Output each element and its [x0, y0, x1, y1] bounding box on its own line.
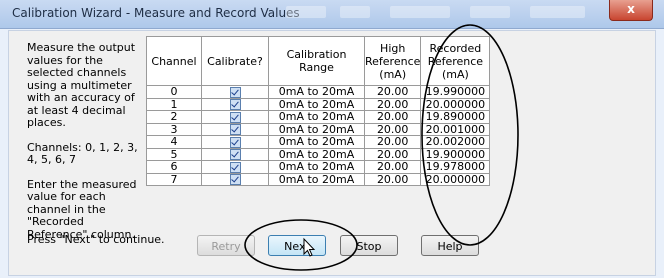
- recorded-reference-cell[interactable]: 19.900000: [420, 147, 491, 161]
- calibrate-cell: [201, 135, 269, 149]
- instructions-text: Measure the output values for the select…: [27, 41, 136, 129]
- recorded-reference-cell[interactable]: 20.000000: [420, 97, 491, 111]
- table-row: 5 0mA to 20mA 20.00 19.900000: [146, 147, 491, 161]
- recorded-reference-cell[interactable]: 20.001000: [420, 122, 491, 136]
- stop-button[interactable]: Stop: [340, 235, 398, 256]
- channel-cell: 4: [146, 135, 202, 149]
- high-reference-cell: 20.00: [363, 97, 422, 111]
- range-cell: 0mA to 20mA: [268, 172, 365, 186]
- channel-cell: 7: [146, 172, 202, 186]
- range-cell: 0mA to 20mA: [268, 160, 365, 174]
- calibrate-cell: [201, 97, 269, 111]
- high-reference-cell: 20.00: [363, 110, 422, 124]
- table-header-row: Channel Calibrate? Calibration Range Hig…: [146, 36, 491, 86]
- table-row: 3 0mA to 20mA 20.00 20.001000: [146, 122, 491, 136]
- range-cell: 0mA to 20mA: [268, 147, 365, 161]
- table-row: 4 0mA to 20mA 20.00 20.002000: [146, 135, 491, 149]
- recorded-reference-cell[interactable]: 19.978000: [420, 160, 491, 174]
- channel-cell: 6: [146, 160, 202, 174]
- high-reference-cell: 20.00: [363, 135, 422, 149]
- channel-cell: 2: [146, 110, 202, 124]
- channel-cell: 0: [146, 85, 202, 99]
- calibrate-checkbox[interactable]: [229, 149, 241, 160]
- close-icon: x: [627, 2, 635, 16]
- table-row: 6 0mA to 20mA 20.00 19.978000: [146, 160, 491, 174]
- range-cell: 0mA to 20mA: [268, 122, 365, 136]
- calibrate-cell: [201, 160, 269, 174]
- channel-cell: 3: [146, 122, 202, 136]
- retry-button[interactable]: Retry: [197, 235, 255, 256]
- background-tab-ghost: [530, 6, 585, 18]
- background-tab-ghost: [390, 6, 450, 18]
- calibrate-cell: [201, 85, 269, 99]
- calibrate-cell: [201, 172, 269, 186]
- enter-values-text: Enter the measured value for each channe…: [27, 177, 137, 241]
- calibrate-checkbox[interactable]: [229, 99, 241, 110]
- recorded-reference-cell[interactable]: 19.990000: [420, 85, 491, 99]
- continue-instruction: Press "Next" to continue.: [27, 233, 165, 246]
- recorded-reference-cell[interactable]: 20.002000: [420, 135, 491, 149]
- background-tab-ghost: [286, 6, 326, 18]
- table-row: 1 0mA to 20mA 20.00 20.000000: [146, 97, 491, 111]
- high-reference-cell: 20.00: [363, 160, 422, 174]
- title-bar: Calibration Wizard - Measure and Record …: [0, 0, 664, 29]
- range-cell: 0mA to 20mA: [268, 110, 365, 124]
- calibrate-cell: [201, 110, 269, 124]
- help-button[interactable]: Help: [421, 235, 479, 256]
- recorded-reference-cell[interactable]: 19.890000: [420, 110, 491, 124]
- high-reference-cell: 20.00: [363, 172, 422, 186]
- calibrate-cell: [201, 122, 269, 136]
- calibrate-checkbox[interactable]: [229, 124, 241, 135]
- range-cell: 0mA to 20mA: [268, 97, 365, 111]
- calibrate-checkbox[interactable]: [229, 174, 241, 185]
- calibrate-cell: [201, 147, 269, 161]
- background-tab-ghost: [470, 6, 510, 18]
- calibrate-checkbox[interactable]: [229, 86, 241, 98]
- channel-cell: 5: [146, 147, 202, 161]
- high-reference-cell: 20.00: [363, 122, 422, 136]
- header-high-reference: High Reference (mA): [363, 36, 422, 86]
- table-row: 7 0mA to 20mA 20.00 20.000000: [146, 172, 491, 186]
- instructions-panel: Measure the output values for the select…: [27, 41, 139, 253]
- range-cell: 0mA to 20mA: [268, 85, 365, 99]
- channel-cell: 1: [146, 97, 202, 111]
- high-reference-cell: 20.00: [363, 85, 422, 99]
- window-title: Calibration Wizard - Measure and Record …: [12, 6, 300, 20]
- calibrate-checkbox[interactable]: [229, 111, 241, 123]
- background-tab-ghost: [340, 6, 370, 18]
- calibration-wizard-window: Calibration Wizard - Measure and Record …: [0, 0, 664, 278]
- close-button[interactable]: x: [609, 0, 653, 21]
- header-recorded-reference: Recorded Reference (mA): [420, 36, 491, 86]
- table-row: 2 0mA to 20mA 20.00 19.890000: [146, 110, 491, 124]
- calibrate-checkbox[interactable]: [229, 136, 241, 148]
- next-button[interactable]: Next: [268, 235, 326, 256]
- calibrate-checkbox[interactable]: [229, 161, 241, 173]
- header-calibrate: Calibrate?: [201, 36, 269, 86]
- range-cell: 0mA to 20mA: [268, 135, 365, 149]
- high-reference-cell: 20.00: [363, 147, 422, 161]
- calibration-table: Channel Calibrate? Calibration Range Hig…: [146, 36, 491, 186]
- channels-text: Channels: 0, 1, 2, 3, 4, 5, 6, 7: [27, 140, 138, 166]
- header-channel: Channel: [146, 36, 202, 86]
- table-row: 0 0mA to 20mA 20.00 19.990000: [146, 85, 491, 99]
- recorded-reference-cell[interactable]: 20.000000: [420, 172, 491, 186]
- header-calibration-range: Calibration Range: [268, 36, 365, 86]
